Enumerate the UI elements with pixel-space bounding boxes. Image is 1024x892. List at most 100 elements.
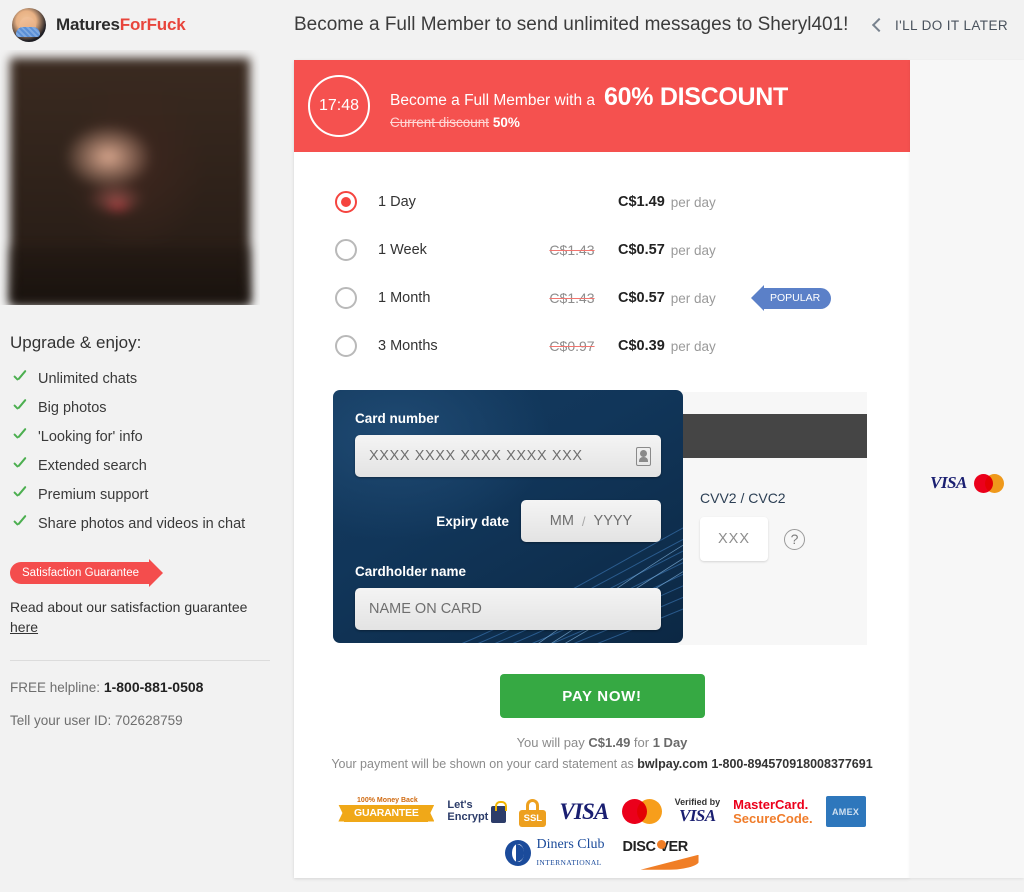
- main-panel: 17:48 Become a Full Member with a 60% DI…: [294, 60, 910, 878]
- banner-text: Become a Full Member with a 60% DISCOUNT…: [390, 83, 788, 130]
- plan-period: per day: [670, 338, 716, 354]
- profile-photo[interactable]: [0, 50, 260, 305]
- plan-name: 3 Months: [378, 338, 438, 354]
- securecode-line2: SecureCode.: [733, 810, 813, 826]
- guarantee-here-link[interactable]: here: [10, 617, 38, 637]
- torso-logo-icon: [12, 8, 46, 42]
- cvv-input[interactable]: XXX: [700, 517, 768, 561]
- mastercard-icon: [973, 473, 1004, 493]
- mastercard-circle-yellow: [984, 473, 1004, 493]
- profile-photo-overlay: [10, 247, 250, 305]
- satisfaction-guarantee-label: Satisfaction Guarantee: [22, 567, 139, 579]
- helpline-info: FREE helpline: 1-800-881-0508: [10, 679, 280, 695]
- page-header: MaturesForFuck Become a Full Member to s…: [0, 0, 1024, 50]
- plan-old-price: C$1.43: [549, 290, 595, 306]
- question-mark-icon[interactable]: ?: [784, 528, 805, 550]
- user-id-info: Tell your user ID: 702628759: [10, 712, 183, 728]
- money-back-top-text: 100% Money Back: [357, 796, 418, 804]
- discover-swoosh-icon: [640, 854, 699, 870]
- payment-summary-amount: C$1.49: [588, 735, 631, 750]
- diners-club-text: Diners Club INTERNATIONAL: [536, 836, 604, 870]
- lets-encrypt-text: Let's Encrypt: [447, 799, 489, 823]
- benefit-label: Big photos: [38, 400, 107, 416]
- card-scan-icon[interactable]: [636, 446, 651, 466]
- verified-by-visa-badge: Verified by VISA: [675, 797, 721, 825]
- accepted-cards-panel: VISA: [910, 60, 1024, 878]
- expiry-input[interactable]: MM / YYYY: [521, 500, 661, 542]
- plan-option-1-week[interactable]: 1 Week C$1.43 C$0.57 per day: [294, 226, 910, 274]
- discover-orb-icon: [656, 840, 666, 850]
- statement-descriptor-prefix: Your payment will be shown on your card …: [331, 757, 634, 771]
- do-it-later-label: I'LL DO IT LATER: [894, 17, 1008, 33]
- expiry-label: Expiry date: [436, 513, 509, 529]
- expiry-separator: /: [581, 513, 586, 529]
- plan-radio[interactable]: [335, 239, 357, 261]
- cardholder-placeholder: NAME ON CARD: [369, 601, 482, 617]
- brand-logo-area[interactable]: MaturesForFuck: [0, 8, 280, 42]
- payment-summary-prefix: You will pay: [516, 735, 585, 750]
- securecode-line1: MasterCard.: [733, 796, 809, 812]
- plan-radio[interactable]: [335, 191, 357, 213]
- cvv-row: XXX ?: [700, 517, 867, 561]
- plan-option-1-day[interactable]: 1 Day C$1.49 per day: [294, 178, 910, 226]
- cvv-label: CVV2 / CVC2: [700, 490, 786, 506]
- plan-old-price: C$1.43: [549, 242, 595, 258]
- card-number-input[interactable]: XXXX XXXX XXXX XXXX XXX: [355, 435, 661, 477]
- do-it-later-button[interactable]: I'LL DO IT LATER: [871, 17, 1024, 33]
- countdown-timer: 17:48: [308, 75, 370, 137]
- sidebar: Upgrade & enjoy: Unlimited chats Big pho…: [0, 50, 280, 728]
- banner-headline-prefix: Become a Full Member with a: [390, 91, 596, 109]
- plan-list: 1 Day C$1.49 per day 1 Week C$1.43 C$0.5…: [294, 152, 910, 378]
- mastercard-badge: [621, 799, 662, 824]
- check-icon: [12, 516, 28, 532]
- plan-radio[interactable]: [335, 335, 357, 357]
- plan-new-price: C$0.57: [618, 290, 665, 306]
- plan-name: 1 Day: [378, 194, 416, 210]
- card-number-group: Card number XXXX XXXX XXXX XXXX XXX: [355, 411, 661, 477]
- amex-badge: AMEX: [825, 796, 866, 827]
- check-icon: [12, 487, 28, 503]
- discount-banner: 17:48 Become a Full Member with a 60% DI…: [294, 60, 910, 152]
- brand-name-part1: Matures: [56, 15, 120, 34]
- card-number-placeholder: XXXX XXXX XXXX XXXX XXX: [369, 448, 583, 464]
- check-icon: [12, 429, 28, 445]
- card-back-panel: CVV2 / CVC2 XXX ?: [679, 392, 867, 645]
- mastercard-securecode-badge: MasterCard. SecureCode.: [733, 798, 812, 825]
- banner-current-discount-label: Current discount: [390, 114, 490, 130]
- diners-club-badge: Diners Club INTERNATIONAL: [505, 836, 605, 870]
- banner-headline: Become a Full Member with a 60% DISCOUNT: [390, 83, 788, 112]
- visa-badge: VISA: [559, 798, 609, 824]
- pay-now-button[interactable]: PAY NOW!: [499, 674, 705, 718]
- plan-option-3-months[interactable]: 3 Months C$0.97 C$0.39 per day: [294, 322, 910, 370]
- benefit-label: Share photos and videos in chat: [38, 516, 246, 532]
- sidebar-divider: [10, 659, 270, 661]
- plan-new-price: C$0.57: [618, 242, 665, 258]
- cardholder-input[interactable]: NAME ON CARD: [355, 588, 661, 630]
- lets-encrypt-line2: Encrypt: [447, 810, 489, 823]
- plan-name: 1 Month: [378, 290, 431, 306]
- helpline-number: 1-800-881-0508: [103, 678, 204, 695]
- banner-current-discount-value: 50%: [492, 114, 520, 130]
- card-front-panel: Card number XXXX XXXX XXXX XXXX XXX Expi…: [333, 390, 683, 643]
- benefit-label: 'Looking for' info: [38, 429, 143, 445]
- lets-encrypt-badge: Let's Encrypt: [447, 799, 507, 824]
- plan-radio[interactable]: [335, 287, 357, 309]
- plan-option-1-month[interactable]: 1 Month C$1.43 C$0.57 per day POPULAR: [294, 274, 910, 322]
- plan-period: per day: [670, 242, 716, 258]
- satisfaction-guarantee-badge: Satisfaction Guarantee: [10, 559, 163, 587]
- chevron-left-icon: [871, 17, 887, 33]
- discover-badge: DISC VER: [623, 838, 699, 870]
- plan-name: 1 Week: [378, 242, 427, 258]
- benefit-item: Extended search: [12, 458, 280, 474]
- magnetic-stripe: [679, 414, 867, 458]
- brand-name-part2: ForFuck: [119, 15, 186, 34]
- trust-badges: 100% Money Back GUARANTEE Let's Encrypt …: [294, 796, 910, 870]
- mastercard-circle-yellow: [636, 799, 662, 824]
- payment-summary-middle: for: [633, 735, 650, 750]
- cardholder-group: Cardholder name NAME ON CARD: [355, 564, 661, 630]
- ssl-label: SSL: [519, 809, 547, 827]
- cardholder-label: Cardholder name: [355, 564, 467, 579]
- money-back-main-text: GUARANTEE: [344, 804, 429, 822]
- brand-name: MaturesForFuck: [56, 15, 186, 35]
- plan-new-price: C$0.39: [618, 338, 665, 354]
